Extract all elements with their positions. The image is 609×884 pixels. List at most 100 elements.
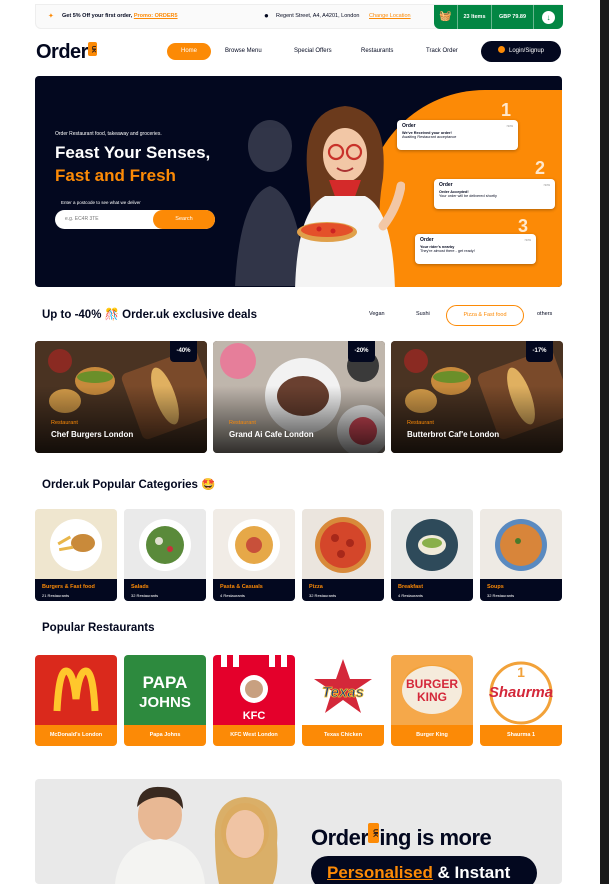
deal-restaurant-name: Chef Burgers London — [51, 430, 134, 439]
papa-johns-logo: PAPA JOHNS — [124, 655, 206, 725]
filter-sushi[interactable]: Sushi — [416, 311, 430, 317]
logo[interactable]: Order UK — [36, 41, 97, 64]
deal-card[interactable]: -40% Restaurant Chef Burgers London — [35, 341, 207, 453]
filter-vegan[interactable]: Vegan — [369, 311, 385, 317]
category-name: Pizza — [309, 584, 323, 590]
restaurant-card[interactable]: McDonald's London — [35, 655, 117, 746]
banner-subtitle-highlight: Personalised — [327, 863, 433, 882]
banner-title: Order UKing is more — [311, 823, 492, 851]
category-card[interactable]: Salads 32 Restaurants — [124, 509, 206, 601]
cart-total: GBP 79.89 — [492, 5, 534, 29]
deal-card[interactable]: -17% Restaurant Butterbrot Caf'e London — [391, 341, 563, 453]
category-count: 32 Restaurants — [309, 593, 337, 598]
logo-badge: UK — [87, 42, 97, 56]
location-text: Regent Street, A4, A4201, London — [276, 13, 360, 19]
hero-title: Feast Your Senses, — [55, 143, 211, 162]
promo-code-link[interactable]: Promo: ORDER5 — [134, 13, 178, 19]
restaurant-name: Papa Johns — [124, 725, 206, 746]
svg-text:Shaurma: Shaurma — [489, 684, 553, 701]
step-number: 2 — [535, 158, 546, 178]
hero-subtitle: Order Restaurant food, takeaway and groc… — [55, 131, 162, 137]
notification-text: They're almost there - get ready! — [420, 249, 475, 253]
category-card[interactable]: Burgers & Fast food 21 Restaurants — [35, 509, 117, 601]
category-card[interactable]: Pasta & Casuals 4 Restaurants — [213, 509, 295, 601]
nav-track-order[interactable]: Track Order — [426, 43, 458, 60]
svg-text:1: 1 — [517, 664, 525, 680]
change-location-link[interactable]: Change Location — [369, 13, 411, 19]
user-icon — [497, 46, 505, 53]
discount-badge: -20% — [348, 341, 375, 362]
notification-logo: Order — [439, 182, 453, 188]
star-icon: ✦ — [48, 13, 54, 20]
category-count: 32 Restaurants — [131, 593, 159, 598]
logo-text: Order — [36, 41, 88, 63]
notification-time: now — [524, 238, 531, 242]
category-image — [480, 509, 562, 579]
kfc-logo: KFC — [213, 655, 295, 725]
categories-title: Order.uk Popular Categories 🤩 — [42, 479, 216, 491]
notification-time: now — [506, 124, 513, 128]
banner-title-badge: UK — [368, 823, 380, 843]
notification-text: Your order will be delivered shortly — [439, 194, 497, 198]
notification-card: Order now Your rider's nearby They're al… — [415, 234, 536, 264]
restaurant-name: McDonald's London — [35, 725, 117, 746]
banner-subtitle-text: & Instant — [432, 863, 511, 882]
category-count: 21 Restaurants — [42, 593, 70, 598]
svg-text:BURGER: BURGER — [406, 677, 458, 691]
hero-title-highlight: Fast and Fresh — [55, 166, 176, 185]
category-name: Pasta & Casuals — [220, 584, 263, 590]
restaurant-card[interactable]: KFC KFC West London — [213, 655, 295, 746]
notification-time: now — [543, 183, 550, 187]
nav-special-offers[interactable]: Special Offers — [294, 43, 332, 60]
nav-home[interactable]: Home — [167, 43, 211, 60]
category-card[interactable]: Soups 32 Restaurants — [480, 509, 562, 601]
category-name: Burgers & Fast food — [42, 584, 95, 590]
search-button[interactable]: Search — [153, 210, 215, 229]
svg-text:PAPA: PAPA — [143, 673, 188, 692]
category-count: 4 Restaurants — [398, 593, 423, 598]
top-bar: ✦ Get 5% Off your first order, Promo: OR… — [35, 4, 563, 29]
notification-card: Order now Order Accepted! Your order wil… — [434, 179, 555, 209]
svg-text:Texas: Texas — [322, 684, 364, 701]
banner-subtitle: Personalised & Instant — [327, 863, 510, 883]
banner-title-text: ing is more — [379, 825, 492, 850]
login-label: Login/Signup — [508, 48, 545, 54]
cart-arrow-button[interactable]: ↓ — [534, 10, 563, 24]
restaurant-name: KFC West London — [213, 725, 295, 746]
restaurant-name: Burger King — [391, 725, 473, 746]
discount-badge: -40% — [170, 341, 197, 362]
category-card[interactable]: Breakfast 4 Restaurants — [391, 509, 473, 601]
deal-label: Restaurant — [229, 420, 256, 426]
page: ✦ Get 5% Off your first order, Promo: OR… — [0, 0, 600, 884]
restaurant-card[interactable]: PAPA JOHNS Papa Johns — [124, 655, 206, 746]
restaurant-card[interactable]: BURGER KING Burger King — [391, 655, 473, 746]
deal-card[interactable]: -20% Restaurant Grand Ai Cafe London — [213, 341, 385, 453]
location-pin-icon: ● — [264, 11, 269, 20]
restaurant-card[interactable]: Texas Texas Chicken — [302, 655, 384, 746]
cart-summary[interactable]: 🧺 23 Items GBP 79.89 ↓ — [434, 5, 563, 29]
burger-king-logo: BURGER KING — [391, 655, 473, 725]
category-image — [124, 509, 206, 579]
location-info: Regent Street, A4, A4201, London Change … — [276, 13, 411, 19]
filter-others[interactable]: others — [537, 311, 552, 317]
restaurant-card[interactable]: 1 Shaurma Shaurma 1 — [480, 655, 562, 746]
restaurant-name: Texas Chicken — [302, 725, 384, 746]
login-signup-button[interactable]: Login/Signup — [481, 41, 561, 62]
banner-title-logo: Order — [311, 825, 369, 850]
category-image — [391, 509, 473, 579]
cart-items-count: 23 Items — [458, 5, 492, 29]
category-image — [213, 509, 295, 579]
filter-pizza-fast-food[interactable]: Pizza & Fast food — [446, 305, 524, 326]
hero-woman-image — [295, 106, 405, 287]
shaurma-logo: 1 Shaurma — [480, 655, 562, 725]
postcode-hint: Enter a postcode to see what we deliver — [61, 200, 141, 205]
nav-browse-menu[interactable]: Browse Menu — [225, 43, 262, 60]
svg-text:KING: KING — [417, 690, 447, 704]
nav-restaurants[interactable]: Restaurants — [361, 43, 393, 60]
arrow-down-icon: ↓ — [542, 10, 555, 24]
promo-text: Get 5% Off your first order, Promo: ORDE… — [62, 13, 178, 19]
notification-card: Order now We've Received your order! Awa… — [397, 120, 518, 150]
deal-restaurant-name: Butterbrot Caf'e London — [407, 430, 500, 439]
category-card[interactable]: Pizza 32 Restaurants — [302, 509, 384, 601]
svg-text:JOHNS: JOHNS — [139, 694, 191, 711]
